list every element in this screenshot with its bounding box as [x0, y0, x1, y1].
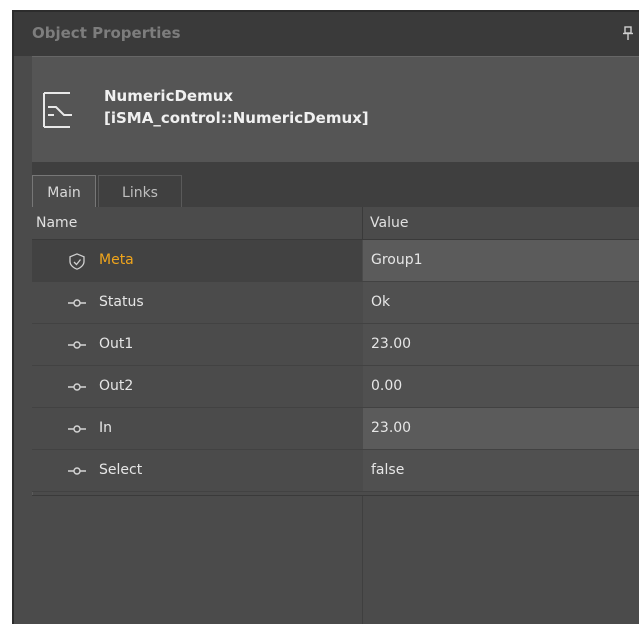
value-cell[interactable]: Ok [363, 282, 639, 323]
pin-icon[interactable] [623, 26, 633, 40]
name-cell: Out1 [32, 324, 362, 365]
tab-strip: Main Links [32, 162, 639, 207]
name-cell: Out2 [32, 366, 362, 407]
column-divider [362, 496, 363, 624]
property-row-status[interactable]: Status Ok [32, 282, 639, 324]
column-header-value[interactable]: Value [370, 215, 408, 231]
slot-icon [68, 467, 86, 475]
shield-check-icon [69, 253, 85, 270]
object-properties-panel: Object Properties NumericDemux [iSMA_con… [12, 10, 639, 624]
slot-icon [68, 341, 86, 349]
properties-grid: Name Value Meta Group1 Status Ok Out1 23… [32, 207, 639, 492]
name-cell: Meta [32, 240, 362, 281]
panel-title: Object Properties [32, 24, 181, 42]
property-value: Group1 [371, 252, 423, 268]
panel-left-gutter [14, 56, 33, 624]
property-row-out1[interactable]: Out1 23.00 [32, 324, 639, 366]
value-cell[interactable]: 0.00 [363, 366, 639, 407]
column-divider[interactable] [362, 207, 363, 239]
property-row-meta[interactable]: Meta Group1 [32, 240, 639, 282]
column-header-name[interactable]: Name [36, 215, 77, 231]
grid-empty-area [32, 495, 639, 624]
tab-main[interactable]: Main [32, 175, 96, 207]
property-name: Status [99, 294, 144, 310]
object-header: NumericDemux [iSMA_control::NumericDemux… [32, 56, 639, 163]
property-value: false [371, 462, 405, 478]
value-cell[interactable]: Group1 [363, 240, 639, 281]
object-name: NumericDemux [104, 87, 234, 105]
property-row-select[interactable]: Select false [32, 450, 639, 492]
slot-icon [68, 425, 86, 433]
property-row-out2[interactable]: Out2 0.00 [32, 366, 639, 408]
tab-links[interactable]: Links [98, 175, 182, 207]
property-name: Meta [99, 252, 134, 268]
property-value: 0.00 [371, 378, 403, 394]
slot-icon [68, 383, 86, 391]
value-cell[interactable]: false [363, 450, 639, 491]
property-value: Ok [371, 294, 391, 310]
name-cell: Status [32, 282, 362, 323]
demux-component-icon [43, 92, 72, 128]
property-name: Select [99, 462, 143, 478]
value-cell[interactable]: 23.00 [363, 324, 639, 365]
property-value: 23.00 [371, 336, 412, 352]
value-cell[interactable]: 23.00 [363, 408, 639, 449]
property-value: 23.00 [371, 420, 412, 436]
grid-header: Name Value [32, 207, 639, 240]
name-cell: Select [32, 450, 362, 491]
object-type: [iSMA_control::NumericDemux] [104, 109, 369, 127]
name-cell: In [32, 408, 362, 449]
property-name: In [99, 420, 113, 436]
property-row-in[interactable]: In 23.00 [32, 408, 639, 450]
property-name: Out1 [99, 336, 134, 352]
slot-icon [68, 299, 86, 307]
property-name: Out2 [99, 378, 134, 394]
panel-titlebar: Object Properties [14, 12, 639, 56]
